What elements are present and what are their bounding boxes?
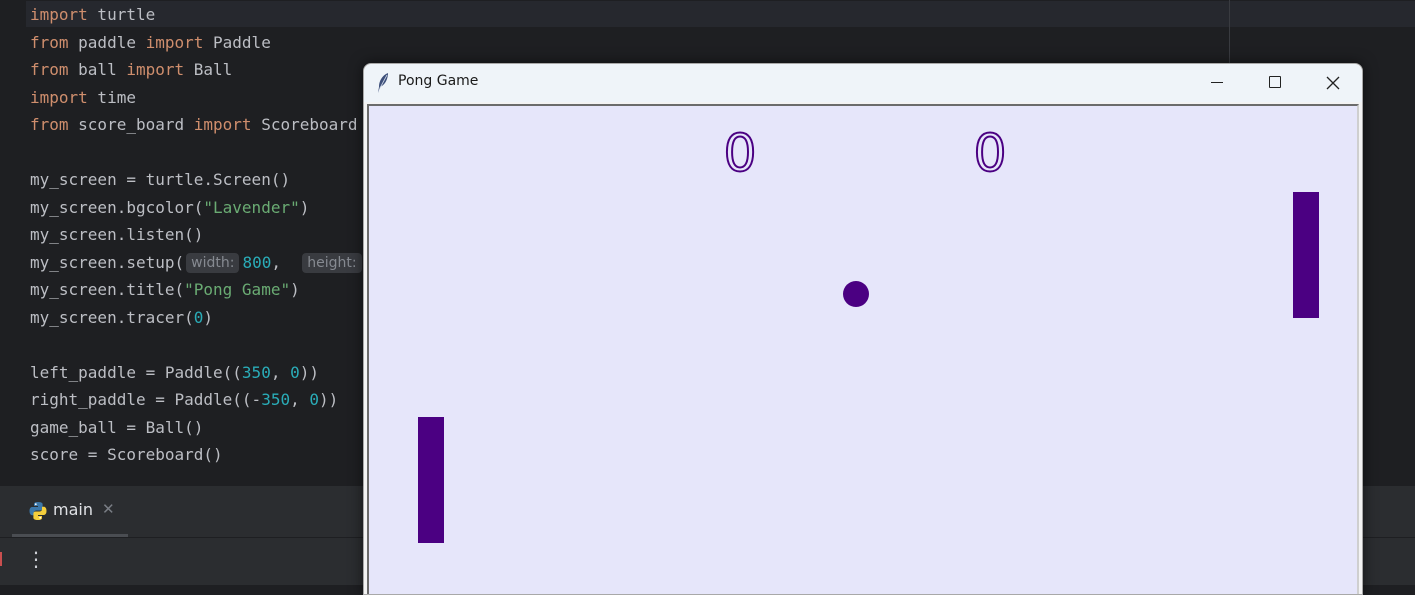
- code-token: game_ball = Ball(): [30, 417, 204, 437]
- pong-game-window[interactable]: Pong Game 0 0: [363, 63, 1363, 595]
- code-token: Scoreboard: [251, 115, 358, 134]
- left-score: 0: [722, 123, 757, 185]
- feather-icon: [378, 73, 388, 93]
- code-token: )): [299, 362, 319, 382]
- code-line: from paddle import Paddle: [30, 29, 271, 56]
- editor-gutter: [0, 0, 26, 485]
- code-token: left_paddle = Paddle((: [30, 362, 242, 382]
- code-line: right_paddle = Paddle((-350, 0)): [30, 386, 338, 413]
- code-token: my_screen.bgcolor(: [30, 197, 204, 217]
- turtle-canvas[interactable]: 0 0: [367, 104, 1359, 594]
- code-token: Ball: [184, 60, 233, 79]
- close-icon: [1326, 76, 1340, 90]
- code-line: my_screen.title("Pong Game"): [30, 276, 300, 303]
- window-titlebar[interactable]: Pong Game: [364, 64, 1362, 102]
- code-token: my_screen.setup(: [30, 252, 185, 272]
- game-ball: [843, 281, 869, 307]
- code-token: ,: [270, 362, 291, 382]
- code-token: "Pong Game": [184, 280, 291, 299]
- minimize-button[interactable]: [1188, 64, 1246, 102]
- code-line: from ball import Ball: [30, 56, 232, 83]
- minimize-icon: [1211, 82, 1223, 83]
- more-options-button[interactable]: ⋮: [26, 546, 46, 572]
- code-token: ): [203, 307, 214, 327]
- code-token: ): [299, 197, 310, 217]
- code-token: 0: [193, 307, 204, 327]
- close-window-button[interactable]: [1304, 64, 1362, 102]
- code-token: 800: [242, 252, 272, 272]
- code-token: 350: [241, 362, 271, 382]
- code-line: my_screen.bgcolor("Lavender"): [30, 194, 309, 221]
- code-token: Paddle: [203, 32, 271, 52]
- code-line: my_screen.tracer(0): [30, 304, 213, 331]
- code-token: my_screen.listen(): [30, 225, 204, 244]
- parameter-hint: width:: [186, 252, 240, 273]
- code-token: from: [30, 60, 69, 79]
- run-tab-main[interactable]: main ✕: [12, 486, 128, 537]
- code-token: import: [126, 60, 185, 79]
- right-score: 0: [972, 123, 1007, 185]
- code-token: import: [145, 32, 204, 52]
- code-line: import time: [30, 84, 136, 111]
- code-token: time: [87, 87, 136, 107]
- maximize-icon: [1269, 76, 1281, 88]
- code-line: from score_board import Scoreboard: [30, 111, 358, 138]
- current-line-highlight: [26, 1, 1415, 27]
- code-token: import: [30, 5, 88, 24]
- code-token: ,: [290, 390, 310, 409]
- code-token: import: [193, 115, 252, 134]
- code-token: from: [30, 32, 69, 52]
- python-icon: [29, 502, 47, 520]
- code-token: score_board: [68, 115, 194, 134]
- maximize-button[interactable]: [1246, 64, 1304, 102]
- left-paddle: [418, 417, 444, 543]
- code-line: my_screen.listen(): [30, 221, 203, 248]
- code-token: my_screen.tracer(: [30, 307, 194, 327]
- code-token: import: [30, 87, 88, 107]
- code-token: paddle: [68, 32, 146, 52]
- code-token: my_screen = turtle.Screen(): [30, 170, 291, 189]
- code-token: )): [319, 390, 339, 409]
- stop-indicator: [0, 552, 2, 566]
- code-token: from: [30, 115, 69, 134]
- code-token: ): [290, 280, 300, 299]
- window-title: Pong Game: [398, 73, 479, 89]
- close-icon[interactable]: ✕: [102, 500, 115, 518]
- code-token: ball: [68, 60, 127, 79]
- code-token: my_screen.title(: [30, 280, 185, 299]
- code-token: ,: [271, 252, 301, 272]
- code-token: score = Scoreboard(): [30, 445, 223, 464]
- code-line: import turtle: [30, 1, 155, 28]
- code-line: my_screen.setup(width: 800, height:: [30, 249, 365, 276]
- code-line: my_screen = turtle.Screen(): [30, 166, 290, 193]
- code-token: 0: [309, 390, 319, 409]
- right-paddle: [1293, 192, 1319, 318]
- code-token: 350: [261, 390, 291, 409]
- code-token: "Lavender": [203, 197, 300, 217]
- code-token: turtle: [87, 5, 156, 24]
- code-token: 0: [290, 362, 300, 382]
- code-token: right_paddle = Paddle((-: [30, 390, 262, 409]
- run-tab-label: main: [53, 500, 93, 519]
- code-line: game_ball = Ball(): [30, 414, 203, 441]
- parameter-hint: height:: [302, 252, 362, 273]
- code-line: score = Scoreboard(): [30, 441, 223, 468]
- code-line: left_paddle = Paddle((350, 0)): [30, 359, 319, 386]
